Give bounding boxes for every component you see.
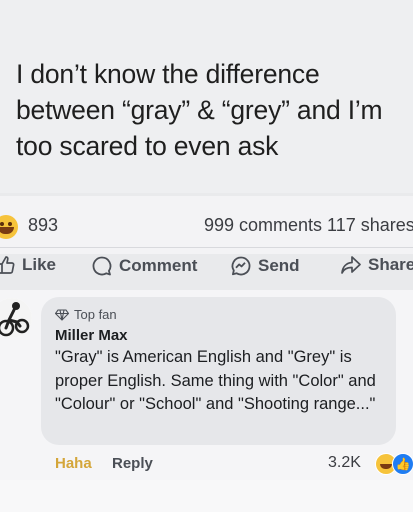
- diamond-icon: [55, 308, 69, 321]
- comment-button[interactable]: Comment: [91, 255, 197, 277]
- comment-bubble-icon: [92, 256, 112, 276]
- comments-shares-count[interactable]: 999 comments 117 shares: [204, 215, 413, 236]
- top-fan-badge: Top fan: [55, 307, 117, 322]
- like-icon: 👍: [392, 453, 413, 475]
- comment-reaction-count[interactable]: 3.2K: [328, 454, 361, 472]
- reply-button[interactable]: Reply: [112, 455, 153, 472]
- haha-reaction-button[interactable]: Haha: [55, 455, 92, 472]
- share-arrow-icon: [341, 256, 361, 274]
- send-label: Send: [258, 256, 300, 275]
- send-button[interactable]: Send: [230, 255, 300, 277]
- comment-label: Comment: [119, 256, 198, 275]
- messenger-icon: [231, 256, 251, 276]
- divider: [0, 247, 413, 248]
- comment-text: "Gray" is American English and "Grey" is…: [55, 348, 376, 413]
- like-label: Like: [22, 255, 57, 274]
- like-button[interactable]: Like: [0, 255, 56, 275]
- thumbs-up-icon: [0, 256, 15, 274]
- share-label: Share: [368, 255, 413, 274]
- post-text-area: I don’t know the difference between “gra…: [0, 0, 413, 193]
- reaction-count[interactable]: 893: [28, 215, 58, 236]
- share-button[interactable]: Share: [340, 255, 413, 275]
- comment-author[interactable]: Miller Max: [55, 327, 128, 344]
- top-fan-label: Top fan: [74, 307, 117, 322]
- footer-area: [0, 480, 413, 512]
- post-text: I don’t know the difference between “gra…: [16, 59, 383, 161]
